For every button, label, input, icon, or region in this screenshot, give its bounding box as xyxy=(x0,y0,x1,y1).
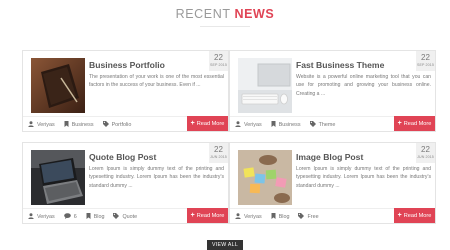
post-author[interactable]: Veriyas xyxy=(244,214,262,220)
read-more-label: Read More xyxy=(403,212,432,219)
post-excerpt: Website is a powerful online marketing t… xyxy=(296,74,431,97)
post-tag[interactable]: Theme xyxy=(319,122,336,128)
tag-icon xyxy=(113,212,120,221)
post-thumbnail[interactable] xyxy=(238,150,292,205)
read-more-label: Read More xyxy=(196,212,225,219)
user-icon xyxy=(235,120,241,129)
post-card: Business Portfolio 22 SEP 2015 The prese… xyxy=(22,50,229,132)
notebook-photo-icon xyxy=(31,58,85,113)
plus-icon: + xyxy=(397,120,402,127)
bookmark-icon xyxy=(271,120,276,129)
comment-icon xyxy=(63,212,71,221)
post-date-badge: 22 SEP 2015 xyxy=(209,51,228,71)
post-thumbnail[interactable] xyxy=(31,150,85,205)
post-title[interactable]: Business Portfolio xyxy=(89,60,165,70)
post-date-day: 22 xyxy=(214,145,223,154)
view-all-button[interactable]: VIEW ALL xyxy=(207,240,243,250)
post-category[interactable]: Blog xyxy=(94,214,105,220)
sticky-notes-photo-icon xyxy=(238,150,292,205)
post-author[interactable]: Veriyas xyxy=(37,214,55,220)
post-card: Image Blog Post 22 JUN 2015 Lorem Ipsum … xyxy=(229,142,436,224)
post-meta-bar: Veriyas Business Portfolio + Read More xyxy=(23,116,228,131)
user-icon xyxy=(235,212,241,221)
post-meta-bar: Veriyas 6 Blog Quote + Read More xyxy=(23,208,228,223)
post-thumbnail[interactable] xyxy=(31,58,85,113)
plus-icon: + xyxy=(190,120,195,127)
post-card: Quote Blog Post 22 JUN 2015 Lorem Ipsum … xyxy=(22,142,229,224)
post-excerpt: Lorem Ipsum is simply dummy text of the … xyxy=(296,166,431,189)
post-date-month: JUN 2015 xyxy=(210,155,227,159)
user-icon xyxy=(28,120,34,129)
post-tag[interactable]: Quote xyxy=(122,214,137,220)
post-tag[interactable]: Free xyxy=(307,214,318,220)
post-author[interactable]: Veriyas xyxy=(37,122,55,128)
read-more-button[interactable]: + Read More xyxy=(187,208,228,223)
post-category[interactable]: Blog xyxy=(279,214,290,220)
read-more-button[interactable]: + Read More xyxy=(394,208,435,223)
post-category[interactable]: Business xyxy=(279,122,301,128)
read-more-label: Read More xyxy=(196,120,225,127)
read-more-label: Read More xyxy=(403,120,432,127)
post-date-month: JUN 2015 xyxy=(417,155,434,159)
post-title[interactable]: Fast Business Theme xyxy=(296,60,384,70)
post-meta-bar: Veriyas Blog Free + Read More xyxy=(230,208,435,223)
post-date-month: SEP 2015 xyxy=(417,63,434,67)
tag-icon xyxy=(102,120,109,129)
post-title[interactable]: Image Blog Post xyxy=(296,152,363,162)
post-meta-bar: Veriyas Business Theme + Read More xyxy=(230,116,435,131)
plus-icon: + xyxy=(397,212,402,219)
post-date-day: 22 xyxy=(214,53,223,62)
section-title: RECENT NEWS xyxy=(0,7,450,21)
desk-keyboard-photo-icon xyxy=(238,58,292,113)
tag-icon xyxy=(309,120,316,129)
user-icon xyxy=(28,212,34,221)
post-excerpt: Lorem Ipsum is simply dummy text of the … xyxy=(89,166,224,189)
post-card: Fast Business Theme 22 SEP 2015 Website … xyxy=(229,50,436,132)
read-more-button[interactable]: + Read More xyxy=(394,116,435,131)
bookmark-icon xyxy=(64,120,69,129)
bookmark-icon xyxy=(271,212,276,221)
post-date-badge: 22 JUN 2015 xyxy=(209,143,228,163)
post-date-badge: 22 JUN 2015 xyxy=(416,143,435,163)
section-title-accent: NEWS xyxy=(234,7,275,21)
read-more-button[interactable]: + Read More xyxy=(187,116,228,131)
post-tag[interactable]: Portfolio xyxy=(112,122,132,128)
post-date-day: 22 xyxy=(421,53,430,62)
post-author[interactable]: Veriyas xyxy=(244,122,262,128)
bookmark-icon xyxy=(86,212,91,221)
section-title-underline xyxy=(200,26,250,27)
post-comment-count[interactable]: 6 xyxy=(74,214,77,220)
post-date-badge: 22 SEP 2015 xyxy=(416,51,435,71)
post-excerpt: The presentation of your work is one of … xyxy=(89,74,224,89)
post-date-month: SEP 2015 xyxy=(210,63,227,67)
plus-icon: + xyxy=(190,212,195,219)
post-date-day: 22 xyxy=(421,145,430,154)
tag-icon xyxy=(298,212,305,221)
laptop-photo-icon xyxy=(31,150,85,205)
post-title[interactable]: Quote Blog Post xyxy=(89,152,156,162)
section-title-light: RECENT xyxy=(175,7,231,21)
post-category[interactable]: Business xyxy=(72,122,94,128)
post-thumbnail[interactable] xyxy=(238,58,292,113)
